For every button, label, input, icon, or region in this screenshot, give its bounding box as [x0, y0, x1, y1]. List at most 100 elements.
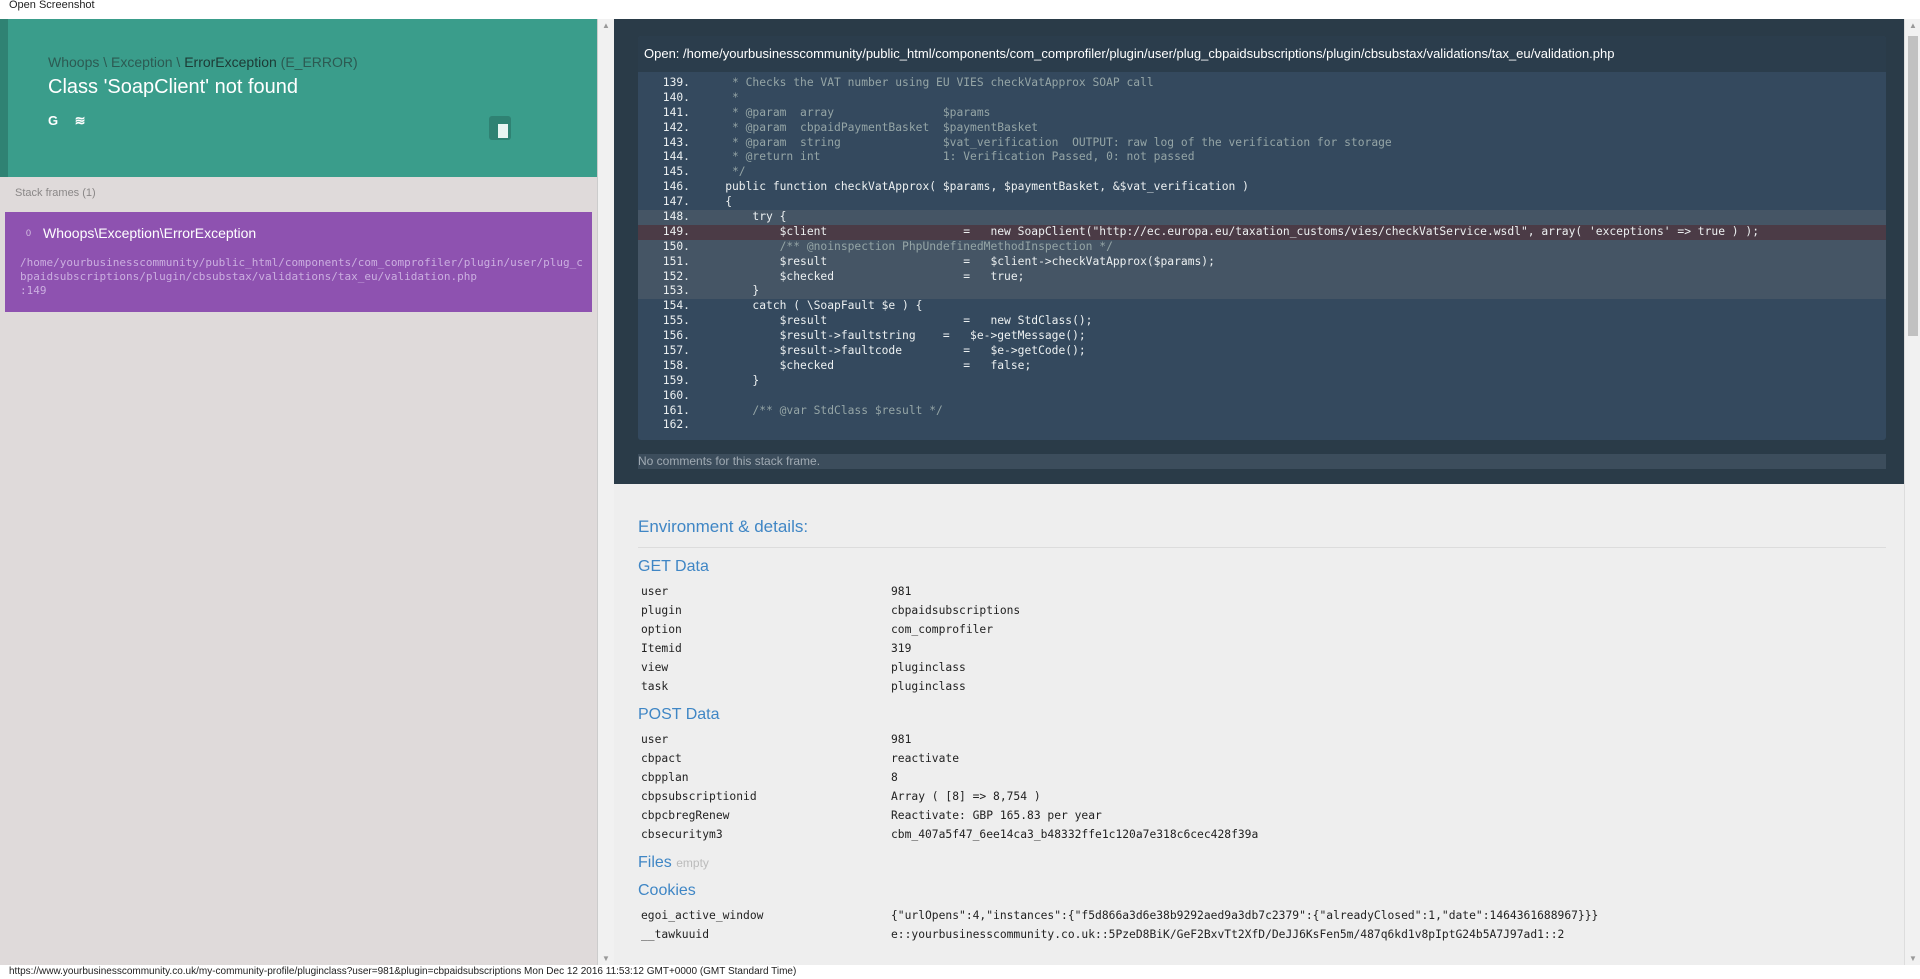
data-row: cbpsubscriptionid Array ( [8] => 8,754 ) — [638, 787, 1886, 806]
code-line: 157. $result->faultcode = $e->getCode(); — [638, 344, 1886, 359]
copy-to-clipboard-button[interactable] — [489, 116, 511, 140]
data-key: cbpcbregRenew — [641, 809, 730, 822]
code-line: 143. * @param string $vat_verification O… — [638, 136, 1886, 151]
exception-type: Whoops \ Exception \ ErrorException (E_E… — [48, 54, 358, 70]
data-key: cbpsubscriptionid — [641, 790, 757, 803]
line-code: $result = $client->checkVatApprox($param… — [698, 254, 1215, 268]
data-row: cbpplan 8 — [638, 768, 1886, 787]
data-key: plugin — [641, 604, 682, 617]
frame-path-text: /home/yourbusinesscommunity/public_html/… — [20, 256, 583, 283]
post-data-table: user 981 cbpact reactivate cbpplan 8 cbpsubscr… — [638, 730, 1886, 844]
line-code: * @param array $params — [698, 105, 991, 119]
data-key: view — [641, 661, 669, 674]
code-line: 141. * @param array $params — [638, 106, 1886, 121]
scroll-down-arrow-icon[interactable]: ▼ — [1909, 954, 1917, 963]
data-value: reactivate — [891, 752, 960, 765]
frame-class: Whoops\Exception\ErrorException — [43, 225, 257, 241]
data-row: cbpact reactivate — [638, 749, 1886, 768]
frame-line-number: :149 — [20, 284, 47, 297]
line-number: 156. — [662, 329, 690, 343]
data-value: com_comprofiler — [891, 623, 994, 636]
line-number: 161. — [662, 403, 690, 417]
details-panel: Open: /home/yourbusinesscommunity/public… — [614, 19, 1904, 965]
left-scrollbar[interactable]: ▲ ▼ — [597, 19, 614, 965]
environment-title: Environment & details: — [638, 517, 1886, 548]
data-value: Reactivate: GBP 165.83 per year — [891, 809, 1102, 822]
code-line: 161. /** @var StdClass $result */ — [638, 404, 1886, 419]
line-code: $result = new StdClass(); — [698, 314, 1093, 328]
line-number: 155. — [662, 314, 690, 328]
data-key: user — [641, 585, 669, 598]
exception-message: Class 'SoapClient' not found — [48, 76, 299, 98]
line-number: 146. — [662, 180, 690, 194]
exception-class: ErrorException — [184, 54, 277, 70]
right-scrollbar[interactable]: ▲ ▼ — [1904, 19, 1920, 965]
line-code: { — [698, 195, 733, 209]
scroll-down-arrow-icon[interactable]: ▼ — [602, 954, 610, 963]
line-code: * @param string $vat_verification OUTPUT… — [698, 135, 1392, 149]
cookies-table: egoi_active_window {"urlOpens":4,"instanc… — [638, 906, 1886, 944]
code-line: 149. $client = new SoapClient("http://ec… — [638, 224, 1886, 240]
scroll-up-arrow-icon[interactable]: ▲ — [602, 21, 610, 30]
data-key: cbsecuritym3 — [641, 828, 723, 841]
line-code: } — [698, 373, 760, 387]
post-data-title: POST Data — [638, 706, 720, 723]
line-number: 145. — [662, 165, 690, 179]
data-row: user 981 — [638, 582, 1886, 601]
code-line: 160. — [638, 389, 1886, 404]
code-line: 144. * @return int 1: Verification Passe… — [638, 150, 1886, 165]
line-number: 150. — [662, 239, 690, 253]
data-key: __tawkuuid — [641, 928, 710, 941]
files-empty-label: empty — [676, 856, 709, 870]
files-title-text: Files — [638, 854, 672, 871]
scroll-up-arrow-icon[interactable]: ▲ — [1909, 21, 1917, 30]
data-value: e::yourbusinesscommunity.co.uk::5PzeD8Bi… — [891, 928, 1565, 941]
line-number: 144. — [662, 150, 690, 164]
frame-index: 0 — [26, 228, 32, 238]
left-panel: Whoops \ Exception \ ErrorException (E_E… — [0, 19, 597, 965]
line-code: $result->faultstring = $e->getMessage(); — [698, 329, 1086, 343]
line-number: 162. — [662, 418, 690, 432]
line-code: * @param cbpaidPaymentBasket $paymentBas… — [698, 120, 1039, 134]
line-code: $checked = true; — [698, 269, 1025, 283]
data-row: user 981 — [638, 730, 1886, 749]
window-title-bar: Open Screenshot — [0, 0, 1920, 19]
line-code: } — [698, 284, 760, 298]
code-line: 139. * Checks the VAT number using EU VI… — [638, 76, 1886, 91]
scrollbar-thumb[interactable] — [1908, 36, 1918, 336]
line-code: /** @noinspection PhpUndefinedMethodInsp… — [698, 239, 1113, 253]
line-number: 157. — [662, 344, 690, 358]
data-value: 981 — [891, 733, 912, 746]
stack-frame-item[interactable]: 0 Whoops\Exception\ErrorException /home/… — [5, 212, 592, 312]
line-code: /** @var StdClass $result */ — [698, 403, 943, 417]
line-number: 154. — [662, 299, 690, 313]
line-code: $checked = false; — [698, 358, 1032, 372]
code-viewer: Open: /home/yourbusinesscommunity/public… — [638, 36, 1886, 440]
open-file-link[interactable]: Open: /home/yourbusinesscommunity/public… — [638, 36, 1886, 72]
status-bar: https://www.yourbusinesscommunity.co.uk/… — [0, 965, 1920, 979]
code-line: 162. — [638, 418, 1886, 433]
line-number: 152. — [662, 269, 690, 283]
code-lines: 139. * Checks the VAT number using EU VI… — [638, 72, 1886, 433]
header-accent-bar — [0, 19, 8, 177]
code-line: 156. $result->faultstring = $e->getMessa… — [638, 329, 1886, 344]
stackoverflow-search-icon[interactable]: ≋ — [75, 113, 86, 129]
data-key: cbpact — [641, 752, 682, 765]
get-data-table: user 981 plugin cbpaidsubscriptions option co… — [638, 582, 1886, 696]
stack-frames-title: Stack frames (1) — [15, 187, 96, 199]
line-number: 149. — [662, 224, 690, 238]
data-value: cbm_407a5f47_6ee14ca3_b48332ffe1c120a7e3… — [891, 828, 1259, 841]
copy-icon — [497, 123, 509, 139]
line-code: * — [698, 90, 739, 104]
code-line: 151. $result = $client->checkVatApprox($… — [638, 254, 1886, 270]
line-number: 147. — [662, 195, 690, 209]
exception-code: (E_ERROR) — [280, 54, 358, 70]
google-search-icon[interactable]: G — [48, 113, 58, 128]
code-line: 145. */ — [638, 165, 1886, 180]
data-key: Itemid — [641, 642, 682, 655]
line-code: * Checks the VAT number using EU VIES ch… — [698, 76, 1154, 89]
line-number: 153. — [662, 284, 690, 298]
frame-comments-text: No comments for this stack frame. — [638, 454, 821, 468]
code-line: 152. $checked = true; — [638, 269, 1886, 285]
data-row: __tawkuuid e::yourbusinesscommunity.co.uk… — [638, 925, 1886, 944]
